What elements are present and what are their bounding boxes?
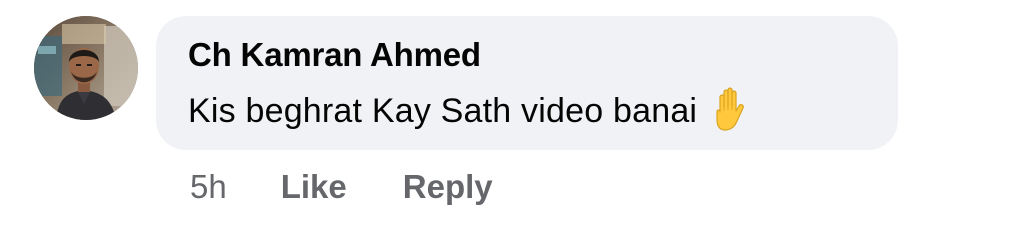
comment-text: Kis beghrat Kay Sath video banai <box>188 91 698 130</box>
comment-timestamp[interactable]: 5h <box>190 168 227 206</box>
comment-actions: 5h Like Reply <box>190 168 493 206</box>
profile-photo <box>34 16 138 120</box>
reply-button[interactable]: Reply <box>403 168 493 206</box>
comment-bubble: Ch Kamran Ahmed Kis beghrat Kay Sath vid… <box>156 16 898 150</box>
like-button[interactable]: Like <box>281 168 347 206</box>
comment-author-name[interactable]: Ch Kamran Ahmed <box>188 36 481 74</box>
comment-item: Ch Kamran Ahmed Kis beghrat Kay Sath vid… <box>0 0 1024 240</box>
comment-body: Kis beghrat Kay Sath video banai <box>188 87 755 135</box>
raised-hand-icon <box>707 85 755 133</box>
avatar[interactable] <box>34 16 138 120</box>
